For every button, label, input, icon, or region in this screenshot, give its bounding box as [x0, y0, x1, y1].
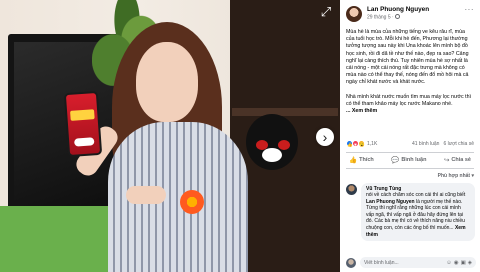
chevron-right-icon[interactable]: ›	[316, 128, 334, 146]
photo-viewer: ⤢ ›	[0, 0, 340, 272]
actions-divider	[346, 168, 474, 169]
comment-label: Bình luận	[401, 157, 427, 163]
like-button[interactable]: 👍 Thích	[346, 156, 377, 164]
photo-phone	[63, 90, 103, 158]
see-more-link[interactable]: ... Xem thêm	[346, 108, 377, 114]
emoji-icon[interactable]: ☺	[446, 260, 452, 266]
photo-flower	[180, 190, 204, 214]
share-label: Chia sẻ	[451, 157, 471, 163]
comment-sort-dropdown[interactable]: Phù hợp nhất ▾	[346, 173, 474, 179]
reactions-count[interactable]: 1,1K	[367, 141, 412, 147]
more-options-icon[interactable]: ···	[465, 6, 475, 14]
post-time[interactable]: 29 tháng 5 ·	[367, 14, 465, 21]
comment-item: Vũ Trung Tùng nói về cách chăm sóc con c…	[346, 183, 476, 242]
comments-count[interactable]: 41 bình luận	[412, 141, 440, 147]
comment-input-icons: ☺ ◉ ▣ ◈	[446, 260, 472, 266]
post-actions: 👍 Thích 💬 Bình luận ↪ Chia sẻ	[346, 156, 474, 164]
write-comment-box: Viết bình luận... ☺ ◉ ▣ ◈	[346, 257, 476, 268]
post-photo	[0, 0, 340, 272]
expand-icon[interactable]: ⤢	[318, 4, 334, 20]
photo-phone-screen	[65, 93, 101, 155]
post-side-panel: Lan Phuong Nguyen 29 tháng 5 · ··· Mùa h…	[340, 0, 480, 272]
post-stats: 👍 ♥ 😮 1,1K 41 bình luận 6 lượt chia sẻ	[346, 140, 474, 147]
thumbs-up-icon: 👍	[349, 157, 358, 164]
gif-icon[interactable]: ▣	[461, 260, 466, 266]
photo-bear-mouth	[262, 148, 282, 162]
share-button[interactable]: ↪ Chia sẻ	[441, 156, 474, 164]
comment-mention[interactable]: Lan Phuong Nguyen	[366, 199, 415, 205]
camera-icon[interactable]: ◉	[454, 260, 459, 266]
comment-button[interactable]: 💬 Bình luận	[388, 156, 429, 164]
commenter-avatar[interactable]	[346, 184, 357, 195]
author-info: Lan Phuong Nguyen 29 tháng 5 ·	[367, 6, 465, 21]
comment-bubble: Vũ Trung Tùng nói về cách chăm sóc con c…	[361, 183, 475, 242]
photo-bear-cheek-right	[278, 140, 290, 150]
stats-divider	[346, 152, 474, 153]
post-header: Lan Phuong Nguyen 29 tháng 5 · ···	[340, 0, 480, 28]
post-paragraph-2-text: Nhà mình khát nước muốn tìm mua máy lọc …	[346, 93, 472, 107]
like-label: Thích	[359, 157, 374, 163]
author-avatar[interactable]	[346, 6, 362, 22]
post-body: Mùa hè là mùa của những tiếng ve kêu râu…	[340, 28, 480, 115]
post-paragraph-2: Nhà mình khát nước muốn tìm mua máy lọc …	[346, 94, 474, 116]
current-user-avatar	[346, 257, 356, 268]
comment-text-before: nói về cách chăm sóc con cái thì ai cũng…	[366, 192, 466, 198]
photo-phone-cta	[74, 137, 95, 147]
author-name[interactable]: Lan Phuong Nguyen	[367, 6, 465, 13]
comment-input[interactable]: Viết bình luận... ☺ ◉ ▣ ◈	[360, 257, 476, 268]
sticker-icon[interactable]: ◈	[468, 260, 472, 266]
comment-text: nói về cách chăm sóc con cái thì ai cũng…	[366, 192, 470, 238]
photo-shelf-board	[232, 108, 338, 116]
globe-icon	[395, 14, 401, 19]
photo-phone-banner	[70, 109, 95, 121]
comment-icon: 💬	[391, 157, 400, 164]
post-paragraph-1: Mùa hè là mùa của những tiếng ve kêu râu…	[346, 29, 469, 86]
photo-woman-face	[136, 42, 198, 122]
photo-woman-hand	[126, 186, 166, 204]
shares-count[interactable]: 6 lượt chia sẻ	[443, 141, 474, 147]
comment-placeholder: Viết bình luận...	[364, 259, 399, 266]
wow-reaction-icon[interactable]: 😮	[358, 140, 365, 147]
share-icon: ↪	[443, 157, 450, 164]
post-time-text: 29 tháng 5 ·	[367, 14, 396, 21]
